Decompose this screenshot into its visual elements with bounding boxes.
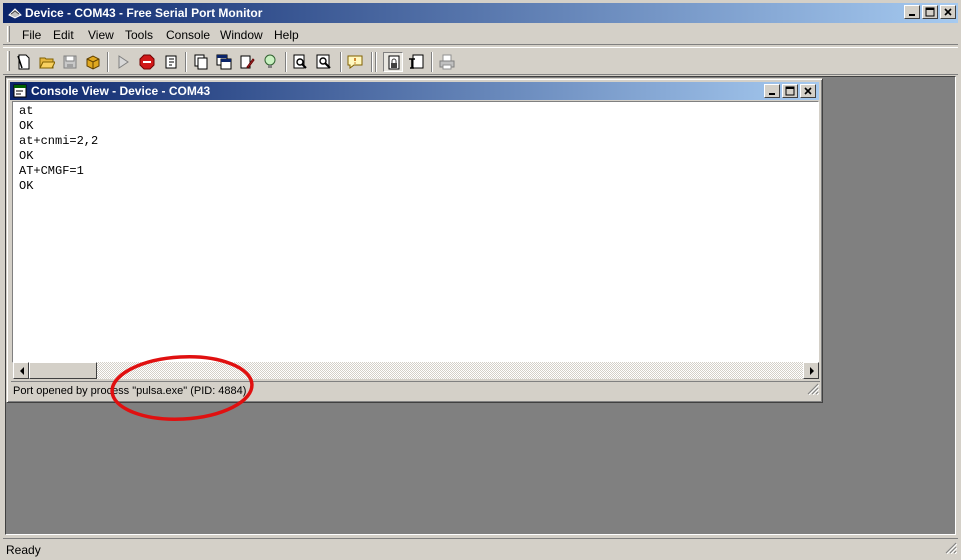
new-session-button[interactable]	[14, 52, 34, 72]
menu-window[interactable]: Window	[220, 28, 263, 42]
find-button[interactable]	[290, 52, 310, 72]
scroll-left-button[interactable]	[13, 362, 29, 379]
open-button[interactable]	[37, 52, 57, 72]
menu-console[interactable]: Console	[166, 28, 210, 42]
toolbar-separator	[375, 52, 377, 72]
find-next-button[interactable]	[314, 52, 334, 72]
minimize-icon	[769, 93, 775, 95]
save-button[interactable]	[60, 52, 80, 72]
toolbar-separator	[431, 52, 433, 72]
toolbar-separator	[185, 52, 187, 72]
open-folder-icon	[39, 57, 55, 69]
console-icon	[13, 84, 27, 98]
window-title: Device - COM43 - Free Serial Port Monito…	[25, 6, 263, 20]
menu-bar: File Edit View Tools Console Window Help	[3, 24, 958, 45]
console-maximize-button[interactable]	[782, 84, 798, 98]
minimize-icon	[909, 14, 915, 16]
save-icon	[63, 55, 77, 69]
edit-icon	[240, 55, 255, 69]
window-controls	[902, 5, 956, 19]
scroll-thumb[interactable]	[29, 362, 97, 379]
close-icon	[944, 8, 952, 16]
new-session-icon	[17, 54, 30, 70]
console-line: OK	[19, 179, 34, 193]
hint-button[interactable]	[260, 52, 280, 72]
copy-window-button[interactable]	[214, 52, 234, 72]
text-view-button[interactable]	[406, 52, 426, 72]
resize-grip-icon[interactable]	[807, 383, 820, 398]
console-line: OK	[19, 149, 34, 163]
lock-doc-icon	[388, 55, 400, 70]
menu-file[interactable]: File	[22, 28, 41, 42]
console-title-bar[interactable]: Console View - Device - COM43	[10, 82, 819, 100]
menu-view[interactable]: View	[88, 28, 114, 42]
menu-edit[interactable]: Edit	[53, 28, 74, 42]
comment-button[interactable]	[345, 52, 365, 72]
menu-tools[interactable]: Tools	[125, 28, 153, 42]
close-button[interactable]	[940, 5, 956, 19]
package-icon	[86, 55, 100, 70]
console-line: at	[19, 104, 34, 118]
play-icon	[118, 55, 129, 69]
console-title: Console View - Device - COM43	[31, 84, 211, 98]
main-status-bar: Ready	[3, 538, 958, 558]
red-ellipse-annotation	[110, 355, 254, 421]
copy-button[interactable]	[191, 52, 211, 72]
toolbar-separator	[107, 52, 109, 72]
arrow-right-icon	[810, 367, 814, 375]
close-icon	[804, 87, 812, 95]
stop-button[interactable]	[137, 52, 157, 72]
export-icon	[165, 55, 177, 69]
copy-window-icon	[216, 54, 232, 70]
console-line: AT+CMGF=1	[19, 164, 84, 178]
find-icon	[293, 54, 307, 69]
package-button[interactable]	[83, 52, 103, 72]
export-button[interactable]	[161, 52, 181, 72]
console-window-controls	[762, 84, 816, 98]
resize-grip-icon[interactable]	[945, 542, 958, 557]
arrow-left-icon	[20, 367, 24, 375]
app-icon	[7, 6, 23, 20]
console-output[interactable]: at OK at+cnmi=2,2 OK AT+CMGF=1 OK	[12, 101, 819, 363]
scroll-right-button[interactable]	[803, 362, 819, 379]
console-close-button[interactable]	[800, 84, 816, 98]
lock-view-button[interactable]	[383, 52, 403, 72]
lightbulb-icon	[264, 54, 276, 68]
menu-help[interactable]: Help	[274, 28, 299, 42]
comment-icon	[347, 55, 363, 69]
toolbar-separator	[285, 52, 287, 72]
maximize-icon	[925, 7, 935, 17]
console-minimize-button[interactable]	[764, 84, 780, 98]
toolbar	[3, 47, 958, 75]
toolbar-separator	[340, 52, 342, 72]
print-icon	[439, 54, 455, 70]
print-button[interactable]	[437, 52, 457, 72]
stop-icon	[139, 54, 155, 70]
console-line: at+cnmi=2,2	[19, 134, 99, 148]
edit-button[interactable]	[237, 52, 257, 72]
console-line: OK	[19, 119, 34, 133]
start-button[interactable]	[113, 52, 133, 72]
menu-grip[interactable]	[7, 26, 10, 42]
text-view-icon	[409, 54, 424, 69]
status-text: Ready	[6, 543, 41, 557]
maximize-button[interactable]	[922, 5, 938, 19]
minimize-button[interactable]	[904, 5, 920, 19]
toolbar-separator	[371, 52, 373, 72]
main-title-bar[interactable]: Device - COM43 - Free Serial Port Monito…	[3, 3, 958, 23]
find-next-icon	[316, 54, 331, 69]
maximize-icon	[785, 86, 795, 96]
copy-icon	[194, 54, 208, 70]
toolbar-grip[interactable]	[7, 51, 10, 71]
